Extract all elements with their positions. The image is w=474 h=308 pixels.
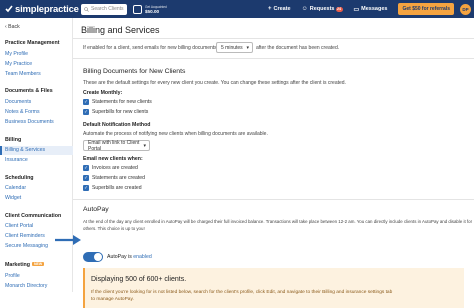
main-content: Billing and Services If enabled for a cl… (73, 18, 474, 308)
messages-button[interactable]: ▭ Messages (354, 6, 388, 13)
divider (73, 58, 474, 59)
superbills-email-checkbox[interactable]: ✓ Superbills are created (83, 185, 142, 191)
divider (73, 199, 474, 200)
sidebar-item-monarch-directory[interactable]: Monarch Directory (5, 283, 47, 289)
referral-button[interactable]: Get $50 for referrals (398, 3, 454, 15)
email-new-clients-label: Email new clients when: (83, 156, 143, 162)
section-documents-files: Documents & Files (5, 88, 53, 94)
invoices-checkbox-label: Invoices are created (92, 165, 138, 171)
checkmark-icon: ✓ (83, 109, 89, 115)
checkmark-icon: ✓ (83, 165, 89, 171)
reminder-text-prefix: If enabled for a client, send emails for… (83, 45, 217, 51)
superbills-email-checkbox-label: Superbills are created (92, 185, 142, 191)
invoices-checkbox[interactable]: ✓ Invoices are created (83, 165, 138, 171)
checkmark-icon: ✓ (83, 99, 89, 105)
billing-docs-heading: Billing Documents for New Clients (83, 68, 186, 75)
account-amount: $50.00 (145, 8, 160, 14)
back-link[interactable]: ‹ Back (5, 24, 20, 30)
reminder-delay-value: 5 minutes (221, 44, 243, 51)
sidebar-item-calendar[interactable]: Calendar (5, 185, 26, 191)
chevron-down-icon: ▾ (246, 45, 249, 51)
plus-icon: + (267, 6, 272, 12)
section-practice-management: Practice Management (5, 40, 60, 46)
sidebar-item-my-profile[interactable]: My Profile (5, 51, 28, 57)
search-placeholder: Search Clients (91, 6, 124, 12)
superbills-checkbox[interactable]: ✓ Superbills for new clients (83, 109, 148, 115)
sidebar-item-team-members[interactable]: Team Members (5, 71, 41, 77)
requests-label: Requests (309, 6, 335, 12)
billing-docs-description: These are the default settings for every… (83, 80, 346, 86)
requests-button[interactable]: ☺ Requests 24 (302, 6, 343, 12)
marketing-title: Marketing (5, 262, 31, 268)
create-label: Create (273, 6, 291, 12)
top-nav-bar: simplepractice Search Clients Get Acquai… (0, 0, 474, 18)
checkmark-icon: ✓ (83, 185, 89, 191)
sidebar-item-notes-forms[interactable]: Notes & Forms (5, 109, 40, 115)
reminder-text-suffix: after the document has been created. (256, 45, 340, 51)
statements-email-checkbox-label: Statements are created (92, 175, 145, 181)
sidebar-item-profile[interactable]: Profile (5, 273, 20, 279)
page-title: Billing and Services (81, 25, 160, 35)
section-client-communication: Client Communication (5, 213, 62, 219)
sidebar-item-client-portal[interactable]: Client Portal (5, 223, 33, 229)
superbills-checkbox-label: Superbills for new clients (92, 109, 149, 115)
sidebar-item-my-practice[interactable]: My Practice (5, 61, 32, 67)
back-label: Back (8, 24, 20, 30)
notification-method-value: Email with link to Client Portal (88, 139, 140, 152)
autopay-state: enabled (133, 254, 152, 260)
client-limit-warning: Displaying 500 of 600+ clients. If the c… (83, 268, 464, 308)
chevron-down-icon: ▾ (143, 143, 146, 149)
autopay-description-line-1: At the end of the day any client enrolle… (83, 219, 473, 224)
brand-name: simplepractice (15, 3, 79, 15)
statements-checkbox[interactable]: ✓ Statements for new clients (83, 99, 152, 105)
requests-icon: ☺ (301, 6, 308, 12)
sidebar-item-client-reminders[interactable]: Client Reminders (5, 233, 45, 239)
new-badge: NEW (32, 262, 45, 266)
autopay-heading: AutoPay (83, 206, 109, 213)
pointer-arrow-icon (55, 235, 81, 245)
sidebar-item-widget[interactable]: Widget (5, 195, 21, 201)
statements-checkbox-label: Statements for new clients (92, 99, 152, 105)
warning-title: Displaying 500 of 600+ clients. (91, 276, 187, 283)
sidebar-item-secure-messaging[interactable]: Secure Messaging (5, 243, 48, 249)
notification-method-heading: Default Notification Method (83, 122, 151, 128)
statements-email-checkbox[interactable]: ✓ Statements are created (83, 175, 145, 181)
section-marketing: Marketing NEW (5, 262, 45, 268)
search-input[interactable]: Search Clients (81, 3, 127, 15)
autopay-description-line-2: others. This choice is up to you! (83, 226, 145, 231)
brand-icon (5, 5, 13, 13)
autopay-toggle[interactable] (83, 252, 103, 262)
avatar[interactable]: DP (460, 3, 471, 15)
warning-body-line-2: to manage AutoPay. (91, 297, 134, 302)
warning-body-line-1: If the client you're looking for is not … (91, 290, 393, 295)
divider (73, 38, 474, 39)
sidebar-item-billing-services[interactable]: Billing & Services (5, 147, 45, 153)
toggle-knob (94, 253, 102, 261)
warning-body: If the client you're looking for is not … (91, 289, 421, 303)
checkmark-icon: ✓ (83, 175, 89, 181)
sidebar-item-documents[interactable]: Documents (5, 99, 31, 105)
account-label: Get Acquainted (145, 4, 167, 9)
autopay-prefix: AutoPay is (107, 254, 132, 260)
section-scheduling: Scheduling (5, 175, 34, 181)
sidebar-item-business-documents[interactable]: Business Documents (5, 119, 54, 125)
search-icon (84, 6, 89, 12)
wallet-icon (133, 4, 142, 14)
reminder-delay-select[interactable]: 5 minutes ▾ (216, 42, 253, 53)
messages-label: Messages (361, 6, 388, 12)
chat-icon: ▭ (353, 6, 360, 13)
requests-badge: 24 (335, 6, 343, 12)
autopay-toggle-label: AutoPay is enabled (107, 254, 152, 260)
notification-method-select[interactable]: Email with link to Client Portal ▾ (83, 139, 150, 152)
section-billing: Billing (5, 137, 22, 143)
create-button[interactable]: + Create (268, 6, 291, 12)
settings-sidebar: ‹ Back Practice Management My Profile My… (0, 18, 73, 292)
brand-logo[interactable]: simplepractice (5, 4, 81, 15)
create-monthly-label: Create Monthly: (83, 90, 123, 96)
sidebar-item-insurance[interactable]: Insurance (5, 157, 28, 163)
account-balance[interactable]: Get Acquainted $50.00 (133, 4, 167, 14)
notification-method-description: Automate the process of notifying new cl… (83, 131, 268, 137)
